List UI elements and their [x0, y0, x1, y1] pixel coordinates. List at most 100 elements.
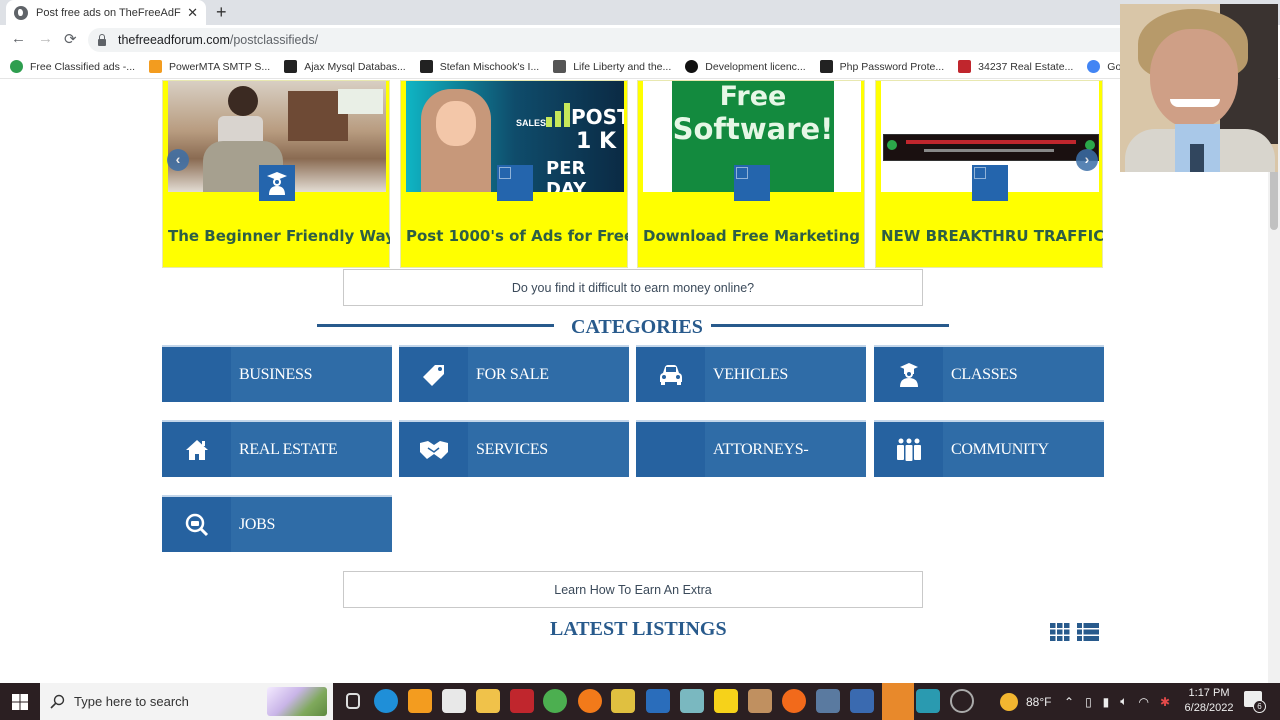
weather-widget[interactable]: 88°F	[1000, 683, 1051, 720]
people-icon	[896, 438, 921, 461]
system-clock[interactable]: 1:17 PM 6/28/2022	[1183, 686, 1235, 716]
bookmark-item[interactable]: Ajax Mysql Databas...	[284, 60, 406, 73]
weather-temp: 88°F	[1026, 694, 1052, 709]
paint-icon[interactable]	[748, 689, 772, 713]
windows-taskbar: Type here to search 88°F ⌃ ▯ ▮ 🔈︎ ◠ ✱ 1:…	[0, 683, 1280, 720]
graduate-icon	[267, 172, 287, 195]
camtasia-icon[interactable]	[916, 689, 940, 713]
bookmark-label: Php Password Prote...	[839, 60, 945, 73]
attorneys-icon-area	[636, 422, 705, 477]
start-button[interactable]	[0, 683, 40, 720]
address-bar[interactable]: thefreeadforum.com/postclassifieds/	[88, 28, 1138, 52]
carousel-prev-button[interactable]: ‹	[167, 149, 189, 171]
card-badge	[734, 165, 770, 201]
notification-center-icon[interactable]: 6	[1244, 691, 1266, 713]
carousel-card[interactable]: Free Software! Download Free Marketing .…	[637, 80, 865, 268]
banner-1k-text: 1 K	[576, 129, 617, 154]
network-icon[interactable]	[850, 689, 874, 713]
bookmark-item[interactable]: Development licenc...	[685, 60, 806, 73]
outlook-icon[interactable]	[646, 689, 670, 713]
gmail-app-icon[interactable]	[408, 689, 432, 713]
card-title: NEW BREAKTHRU TRAFFIC ...	[881, 227, 1103, 245]
job-search-icon	[185, 513, 208, 536]
card-title: Download Free Marketing ...	[643, 227, 865, 245]
remote-desktop-icon[interactable]	[882, 683, 914, 720]
new-tab-button[interactable]: +	[216, 2, 227, 23]
house-icon	[958, 60, 972, 73]
home-icon	[185, 439, 208, 460]
card-badge	[497, 165, 533, 201]
car-icon	[659, 364, 682, 385]
view-toggle	[1050, 623, 1099, 641]
category-vehicles[interactable]: VEHICLES	[636, 345, 866, 402]
meet-now-icon[interactable]: ▯	[1085, 695, 1092, 709]
search-highlight-image	[267, 687, 327, 716]
bookmark-item[interactable]: 34237 Real Estate...	[958, 60, 1073, 73]
webcam-overlay	[1120, 4, 1278, 172]
bookmark-item[interactable]: Stefan Mischook's I...	[419, 60, 539, 73]
chrome-icon[interactable]	[543, 689, 567, 713]
bookmark-item[interactable]: PowerMTA SMTP S...	[149, 60, 270, 73]
carousel-card[interactable]: SALES POST 1 K PER DAY Post 1000's of Ad…	[400, 80, 628, 268]
carousel-card[interactable]: NEW BREAKTHRU TRAFFIC ...	[875, 80, 1103, 268]
volume-icon[interactable]: 🔈︎	[1120, 694, 1127, 709]
latest-listings-title: LATEST LISTINGS	[550, 618, 727, 640]
job-search-icon-area	[162, 497, 231, 552]
sticky-notes-icon[interactable]	[714, 689, 738, 713]
bookmark-item[interactable]: Life Liberty and the...	[553, 60, 671, 73]
browser-toolbar: ← → ⟳ thefreeadforum.com/postclassifieds…	[0, 25, 1280, 55]
clock-date: 6/28/2022	[1184, 702, 1234, 714]
promo-banner-earn-extra[interactable]: Learn How To Earn An Extra	[343, 571, 923, 608]
category-for-sale[interactable]: FOR SALE	[399, 345, 629, 402]
forward-button[interactable]: →	[38, 30, 53, 47]
category-business[interactable]: BUSINESS	[162, 345, 392, 402]
firefox-icon[interactable]	[782, 689, 806, 713]
stefan-icon	[419, 60, 433, 73]
category-jobs[interactable]: JOBS	[162, 495, 392, 552]
banner-sales-text: SALES	[516, 118, 547, 128]
car-icon-area	[636, 347, 705, 402]
terminal-icon[interactable]	[611, 689, 635, 713]
category-community[interactable]: COMMUNITY	[874, 420, 1104, 477]
taskbar-search[interactable]: Type here to search	[40, 683, 333, 720]
business-icon-area	[162, 347, 231, 402]
bookmark-item[interactable]: Free Classified ads -...	[10, 60, 135, 73]
bookmark-label: Free Classified ads -...	[30, 60, 136, 73]
file-explorer-icon[interactable]	[476, 689, 500, 713]
notes-icon[interactable]	[680, 689, 704, 713]
browser-tab[interactable]: Post free ads on TheFreeAdForum ✕	[6, 0, 206, 25]
carousel-next-button[interactable]: ›	[1076, 149, 1098, 171]
wifi-icon[interactable]: ◠	[1138, 695, 1148, 709]
microphone-icon[interactable]: ▮	[1103, 695, 1110, 709]
store-icon[interactable]	[442, 689, 466, 713]
list-view-icon[interactable]	[1077, 623, 1099, 641]
category-real-estate[interactable]: REAL ESTATE	[162, 420, 392, 477]
category-classes[interactable]: CLASSES	[874, 345, 1104, 402]
tray-overflow-icon[interactable]: ⌃	[1064, 695, 1074, 709]
avast-icon[interactable]	[578, 689, 602, 713]
antivirus-icon[interactable]: ✱	[1160, 695, 1170, 709]
banner-per-day-text: PER DAY	[546, 158, 587, 192]
category-services[interactable]: SERVICES	[399, 420, 629, 477]
handshake-icon	[419, 440, 448, 459]
bookmark-item[interactable]: Php Password Prote...	[819, 60, 945, 73]
category-attorneys[interactable]: ATTORNEYS-	[636, 420, 866, 477]
reload-button[interactable]: ⟳	[64, 30, 77, 48]
grid-view-icon[interactable]	[1050, 623, 1070, 641]
cortana-icon[interactable]	[950, 689, 974, 713]
carousel-card[interactable]: The Beginner Friendly Way ...	[162, 80, 390, 268]
close-tab-icon[interactable]: ✕	[187, 5, 198, 21]
calculator-icon[interactable]	[816, 689, 840, 713]
search-placeholder: Type here to search	[74, 694, 189, 709]
edge-icon[interactable]	[374, 689, 398, 713]
google-icon	[1087, 60, 1101, 73]
filezilla-icon[interactable]	[510, 689, 534, 713]
promo-banner-earn-money[interactable]: Do you find it difficult to earn money o…	[343, 269, 923, 306]
task-view-icon[interactable]	[346, 693, 360, 709]
lock-icon	[98, 33, 106, 46]
category-label: FOR SALE	[476, 365, 549, 383]
ajax-icon	[284, 60, 298, 73]
url-domain: thefreeadforum.com	[118, 33, 230, 47]
search-icon	[50, 694, 65, 709]
back-button[interactable]: ←	[11, 30, 26, 47]
